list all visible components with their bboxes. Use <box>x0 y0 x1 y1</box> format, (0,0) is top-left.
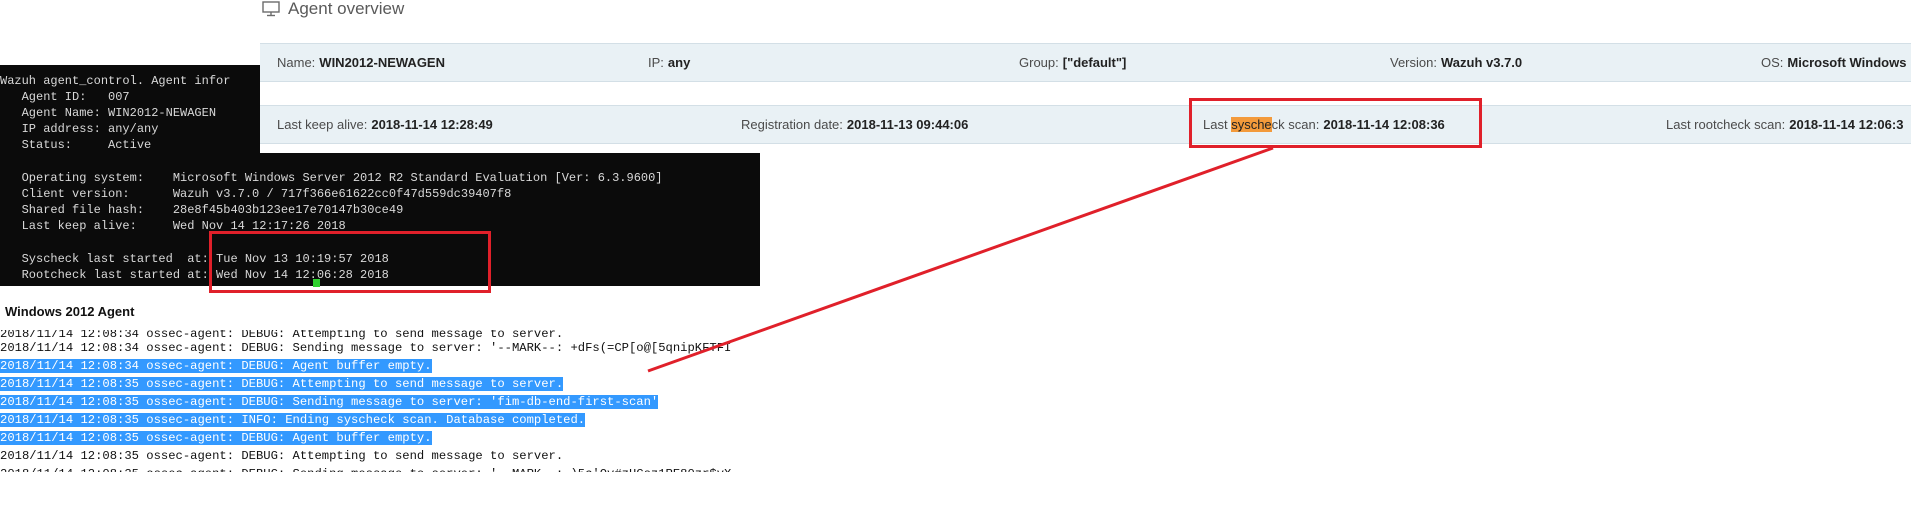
annotation-arrow <box>647 146 1274 373</box>
